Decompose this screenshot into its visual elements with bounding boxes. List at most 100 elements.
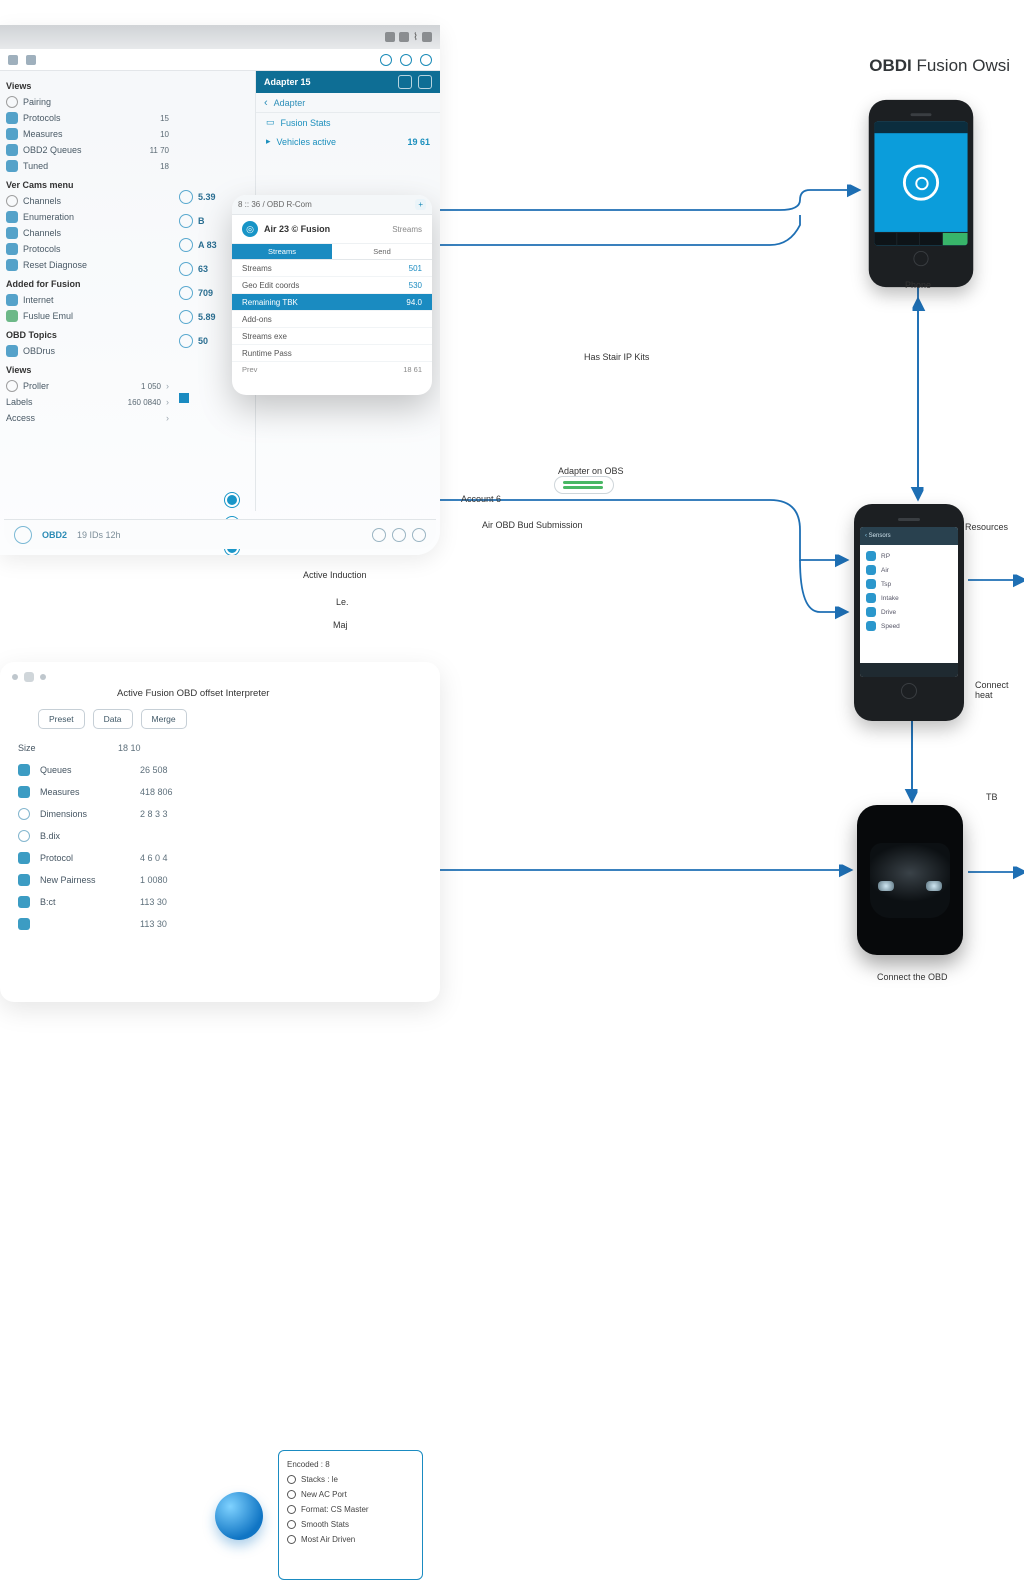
home-button[interactable] bbox=[901, 683, 917, 699]
ring-icon bbox=[18, 808, 30, 820]
seg-preset[interactable]: Preset bbox=[38, 709, 85, 729]
section-head: Ver Cams menu bbox=[6, 180, 169, 190]
square-icon bbox=[18, 786, 30, 798]
list-item[interactable]: Internet bbox=[6, 292, 169, 308]
list-item[interactable]: Intake bbox=[866, 591, 952, 605]
layout-icon[interactable] bbox=[26, 55, 36, 65]
flow-label: Air OBD Bud Submission bbox=[482, 520, 583, 530]
list-item[interactable]: Air bbox=[866, 563, 952, 577]
search-icon[interactable] bbox=[380, 54, 392, 66]
tip-row: Most Air Driven bbox=[287, 1532, 414, 1547]
list-item[interactable]: Fuslue Emul bbox=[6, 308, 169, 324]
list-item[interactable]: Tsp bbox=[866, 577, 952, 591]
detail-breadcrumb[interactable]: ‹ Adapter bbox=[256, 93, 440, 113]
list-item[interactable]: Speed bbox=[866, 619, 952, 633]
list-item[interactable]: Measures10 bbox=[6, 126, 169, 142]
flow-label: TB bbox=[986, 792, 998, 802]
phone-screen: ‹ Sensors RP Air Tsp Intake Drive Speed bbox=[860, 527, 958, 677]
bottom-card: Active Fusion OBD offset Interpreter Pre… bbox=[0, 662, 440, 1002]
net-icon bbox=[6, 294, 18, 306]
square-icon bbox=[18, 874, 30, 886]
call-button[interactable] bbox=[943, 233, 968, 245]
list-item[interactable]: Tuned18 bbox=[6, 158, 169, 174]
settings-icon[interactable] bbox=[418, 75, 432, 89]
dock-icon[interactable] bbox=[372, 528, 386, 542]
bullet-icon bbox=[287, 1535, 296, 1544]
list-item[interactable]: Remaining TBK94.0 bbox=[232, 294, 432, 311]
card-toolbar bbox=[12, 672, 428, 682]
dock-icon[interactable] bbox=[392, 528, 406, 542]
list-item[interactable]: Channels bbox=[6, 225, 169, 241]
list-item[interactable]: Protocols bbox=[6, 241, 169, 257]
phone-bottom: ‹ Sensors RP Air Tsp Intake Drive Speed bbox=[854, 504, 964, 721]
proto-icon bbox=[6, 243, 18, 255]
popup-tabs: Streams Send bbox=[232, 244, 432, 260]
list-item[interactable]: Drive bbox=[866, 605, 952, 619]
panel-head[interactable]: ▭ Fusion Stats bbox=[256, 113, 440, 132]
db-icon bbox=[179, 334, 193, 348]
timer-icon bbox=[179, 262, 193, 276]
tab-send[interactable]: Send bbox=[332, 244, 432, 259]
panel-link[interactable]: ▸ Vehicles active 19 61 bbox=[256, 132, 440, 151]
tip-row: Stacks : le bbox=[287, 1472, 414, 1487]
list-item[interactable]: Streams exe bbox=[232, 328, 432, 345]
list-item[interactable]: RP bbox=[866, 549, 952, 563]
dock-icon[interactable] bbox=[412, 528, 426, 542]
chevron-right-icon: › bbox=[166, 381, 169, 391]
chart-icon: ▭ bbox=[266, 117, 275, 128]
dock-home-icon[interactable] bbox=[14, 526, 32, 544]
list-item[interactable]: Reset Diagnose bbox=[6, 257, 169, 273]
phone-screen bbox=[874, 122, 967, 245]
list-item[interactable]: Runtime Pass bbox=[232, 345, 432, 362]
tab-streams[interactable]: Streams bbox=[232, 244, 332, 259]
back-icon[interactable]: ‹ bbox=[264, 97, 268, 109]
phone-statusbar bbox=[874, 122, 967, 133]
flow-label: Maj bbox=[333, 620, 348, 630]
tablet-dock: OBD2 19 IDs 12h bbox=[4, 519, 436, 549]
back-icon[interactable] bbox=[12, 674, 18, 680]
list-item[interactable]: Streams501 bbox=[232, 260, 432, 277]
seg-merge[interactable]: Merge bbox=[141, 709, 187, 729]
battery-icon bbox=[399, 32, 409, 42]
list-item[interactable]: Labels160 0840› bbox=[6, 394, 169, 410]
wrench-icon bbox=[6, 380, 18, 392]
seg-data[interactable]: Data bbox=[93, 709, 133, 729]
tune-icon bbox=[6, 160, 18, 172]
list-item[interactable]: Access› bbox=[6, 410, 169, 426]
kv-row: Size18 10 bbox=[12, 737, 428, 759]
section-head: Views bbox=[6, 81, 169, 91]
user-icon[interactable] bbox=[420, 54, 432, 66]
menu-icon[interactable] bbox=[8, 55, 18, 65]
share-icon[interactable] bbox=[398, 75, 412, 89]
flow-label: Resources bbox=[965, 522, 1008, 532]
kv-row: Queues26 508 bbox=[12, 759, 428, 781]
diagram-title: OBDI Fusion Owsi bbox=[869, 56, 1010, 76]
list-item[interactable]: Channels bbox=[6, 193, 169, 209]
home-button[interactable] bbox=[913, 251, 928, 266]
square-icon bbox=[18, 852, 30, 864]
list-item[interactable]: Geo Edit coords530 bbox=[232, 277, 432, 294]
app-logo bbox=[874, 133, 967, 232]
flow-label: Has Stair IP Kits bbox=[584, 352, 649, 362]
list-item[interactable]: OBD2 Queues11 70 bbox=[6, 142, 169, 158]
status-bar bbox=[0, 25, 440, 49]
flow-label: Connect the OBD bbox=[877, 972, 948, 982]
help-icon[interactable] bbox=[400, 54, 412, 66]
list-item[interactable]: Protocols15 bbox=[6, 110, 169, 126]
tablet-device: Views Pairing Protocols15 Measures10 OBD… bbox=[0, 25, 440, 555]
item-icon bbox=[866, 579, 876, 589]
dock-sub: 19 IDs 12h bbox=[77, 530, 121, 540]
list-item[interactable]: Proller1 050› bbox=[6, 378, 169, 394]
list-item[interactable]: OBDrus bbox=[6, 343, 169, 359]
ring-icon bbox=[179, 238, 193, 252]
dock-label[interactable]: OBD2 bbox=[42, 530, 67, 540]
bullet-icon bbox=[287, 1520, 296, 1529]
phone-list: RP Air Tsp Intake Drive Speed bbox=[860, 545, 958, 663]
list-item[interactable]: Pairing bbox=[6, 94, 169, 110]
add-button[interactable]: + bbox=[415, 199, 426, 210]
back-icon[interactable]: ‹ bbox=[865, 533, 867, 539]
list-item[interactable]: Enumeration bbox=[6, 209, 169, 225]
enum-icon bbox=[6, 211, 18, 223]
list-item[interactable]: Add-ons bbox=[232, 311, 432, 328]
topic-icon bbox=[6, 345, 18, 357]
